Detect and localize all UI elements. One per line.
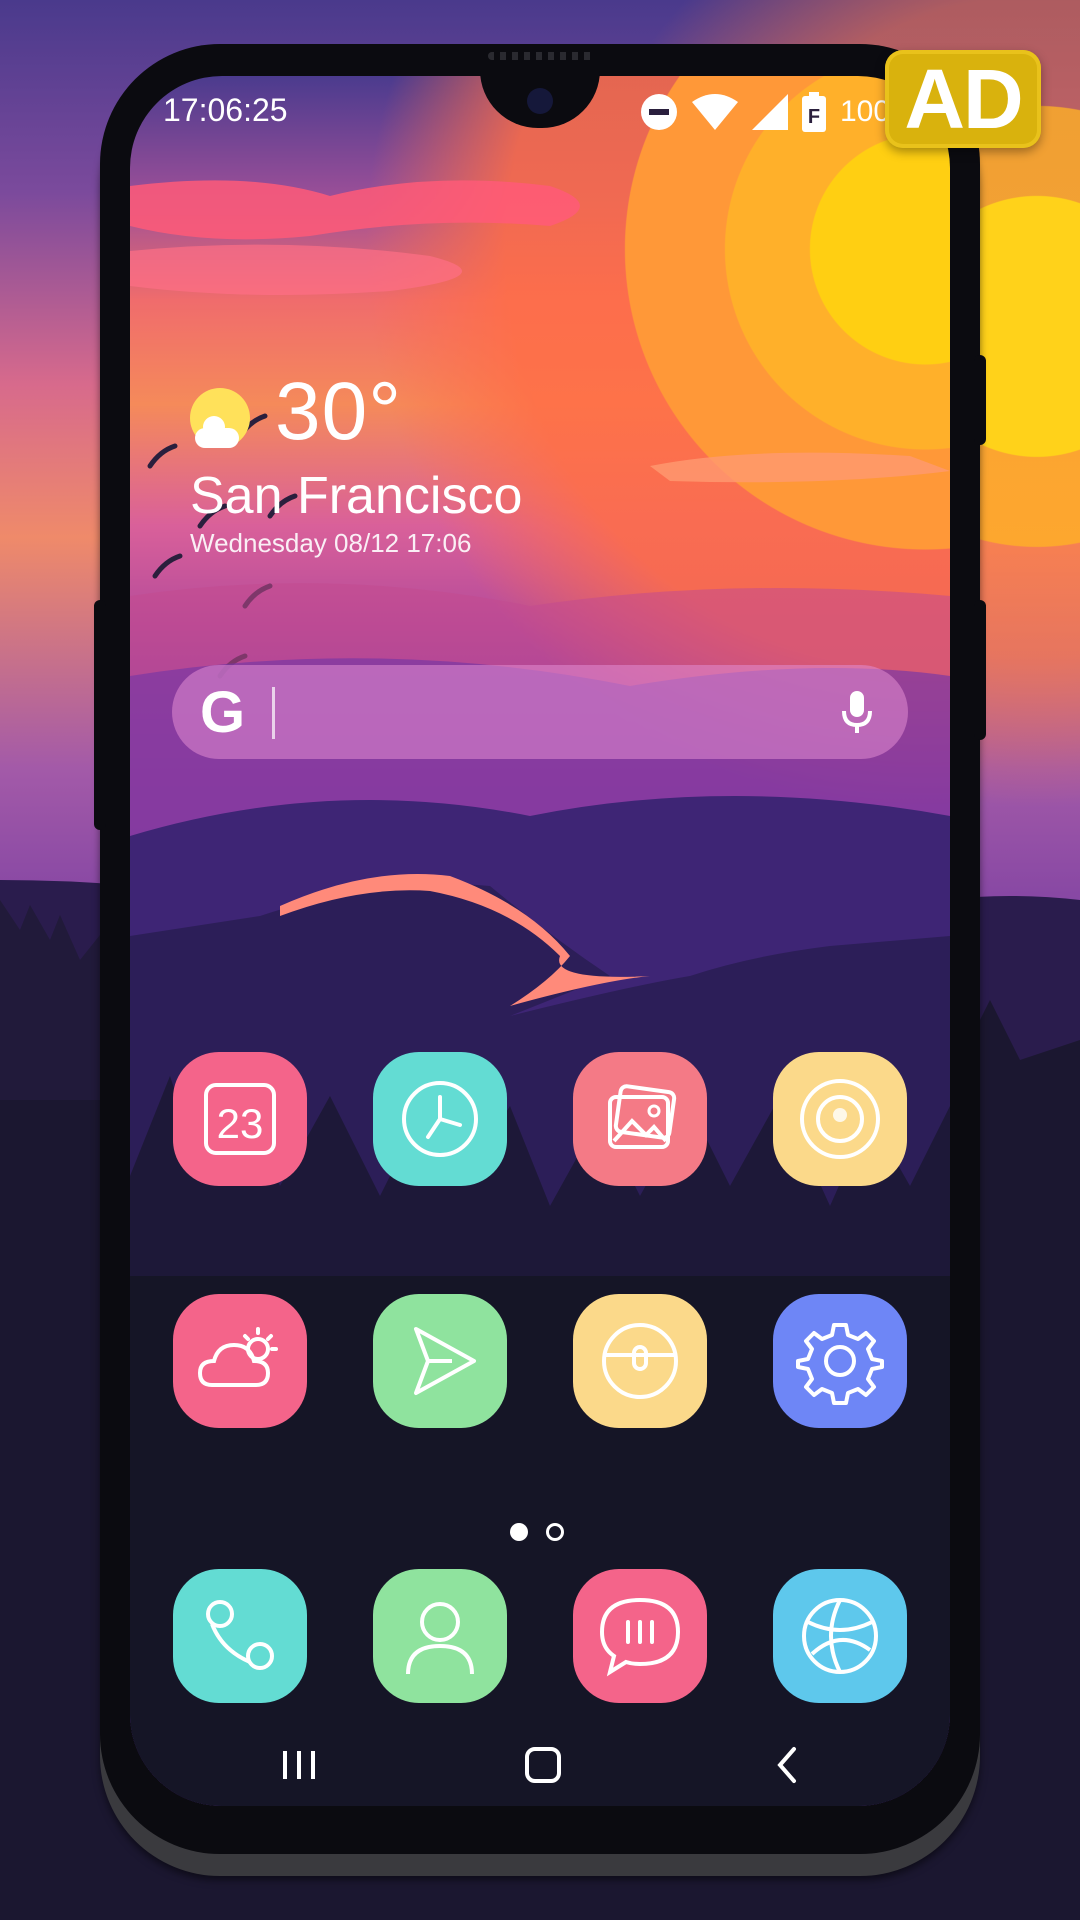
home-screen	[130, 76, 950, 1806]
back-button[interactable]	[747, 1730, 827, 1800]
page-dot-1[interactable]	[510, 1523, 528, 1541]
phone-app[interactable]	[173, 1569, 307, 1703]
play-store-app[interactable]	[373, 1294, 507, 1428]
status-time: 17:06:25	[163, 92, 288, 128]
battery-icon: F	[802, 92, 826, 132]
navigation-bar	[130, 1730, 950, 1800]
messages-app[interactable]	[573, 1569, 707, 1703]
calendar-date: 23	[217, 1100, 264, 1147]
status-icons: F 100	[640, 92, 890, 132]
gallery-icon	[608, 1084, 677, 1149]
calendar-icon: 23	[204, 1083, 276, 1155]
page-indicator[interactable]	[510, 1523, 564, 1541]
battery-percentage: 100	[840, 95, 891, 128]
sun-cloud-icon	[190, 388, 250, 448]
volume-button	[94, 600, 106, 830]
clock-icon	[402, 1081, 478, 1157]
wifi-icon	[692, 94, 738, 130]
camera-app[interactable]	[773, 1052, 907, 1186]
folder-icon	[602, 1323, 678, 1399]
clock-app[interactable]	[373, 1052, 507, 1186]
phone-icon	[206, 1600, 274, 1670]
contacts-app[interactable]	[373, 1569, 507, 1703]
front-camera	[527, 88, 553, 114]
google-logo: G	[200, 680, 246, 745]
earpiece-speaker	[488, 52, 594, 60]
power-button	[974, 355, 986, 445]
browser-app[interactable]	[773, 1569, 907, 1703]
weather-city: San Francisco	[190, 467, 523, 525]
gallery-app[interactable]	[573, 1052, 707, 1186]
play-icon	[414, 1327, 476, 1395]
camera-icon	[800, 1079, 880, 1159]
gear-icon	[796, 1323, 884, 1405]
weather-datetime: Wednesday 08/12 17:06	[190, 528, 472, 558]
svg-text:F: F	[808, 106, 820, 128]
weather-temperature: 30°	[275, 366, 403, 457]
microphone-icon[interactable]	[832, 687, 882, 737]
browser-icon	[802, 1598, 878, 1674]
weather-app[interactable]	[173, 1294, 307, 1428]
file-manager-app[interactable]	[573, 1294, 707, 1428]
do-not-disturb-icon	[641, 94, 677, 130]
weather-icon	[197, 1327, 278, 1387]
settings-app[interactable]	[773, 1294, 907, 1428]
google-search-bar[interactable]: G	[172, 665, 908, 759]
home-icon	[525, 1747, 561, 1783]
wallpaper-scene	[130, 180, 950, 1806]
signal-icon	[752, 94, 788, 130]
recents-button[interactable]	[259, 1730, 339, 1800]
recents-icon	[283, 1751, 315, 1779]
contacts-icon	[406, 1602, 474, 1675]
ad-badge[interactable]: AD	[885, 50, 1041, 148]
calendar-app[interactable]: 23	[173, 1052, 307, 1186]
search-cursor	[272, 687, 275, 739]
page-dot-2[interactable]	[546, 1523, 564, 1541]
home-button[interactable]	[503, 1730, 583, 1800]
side-button	[974, 600, 986, 740]
back-icon	[777, 1747, 796, 1783]
messages-icon	[599, 1597, 681, 1677]
